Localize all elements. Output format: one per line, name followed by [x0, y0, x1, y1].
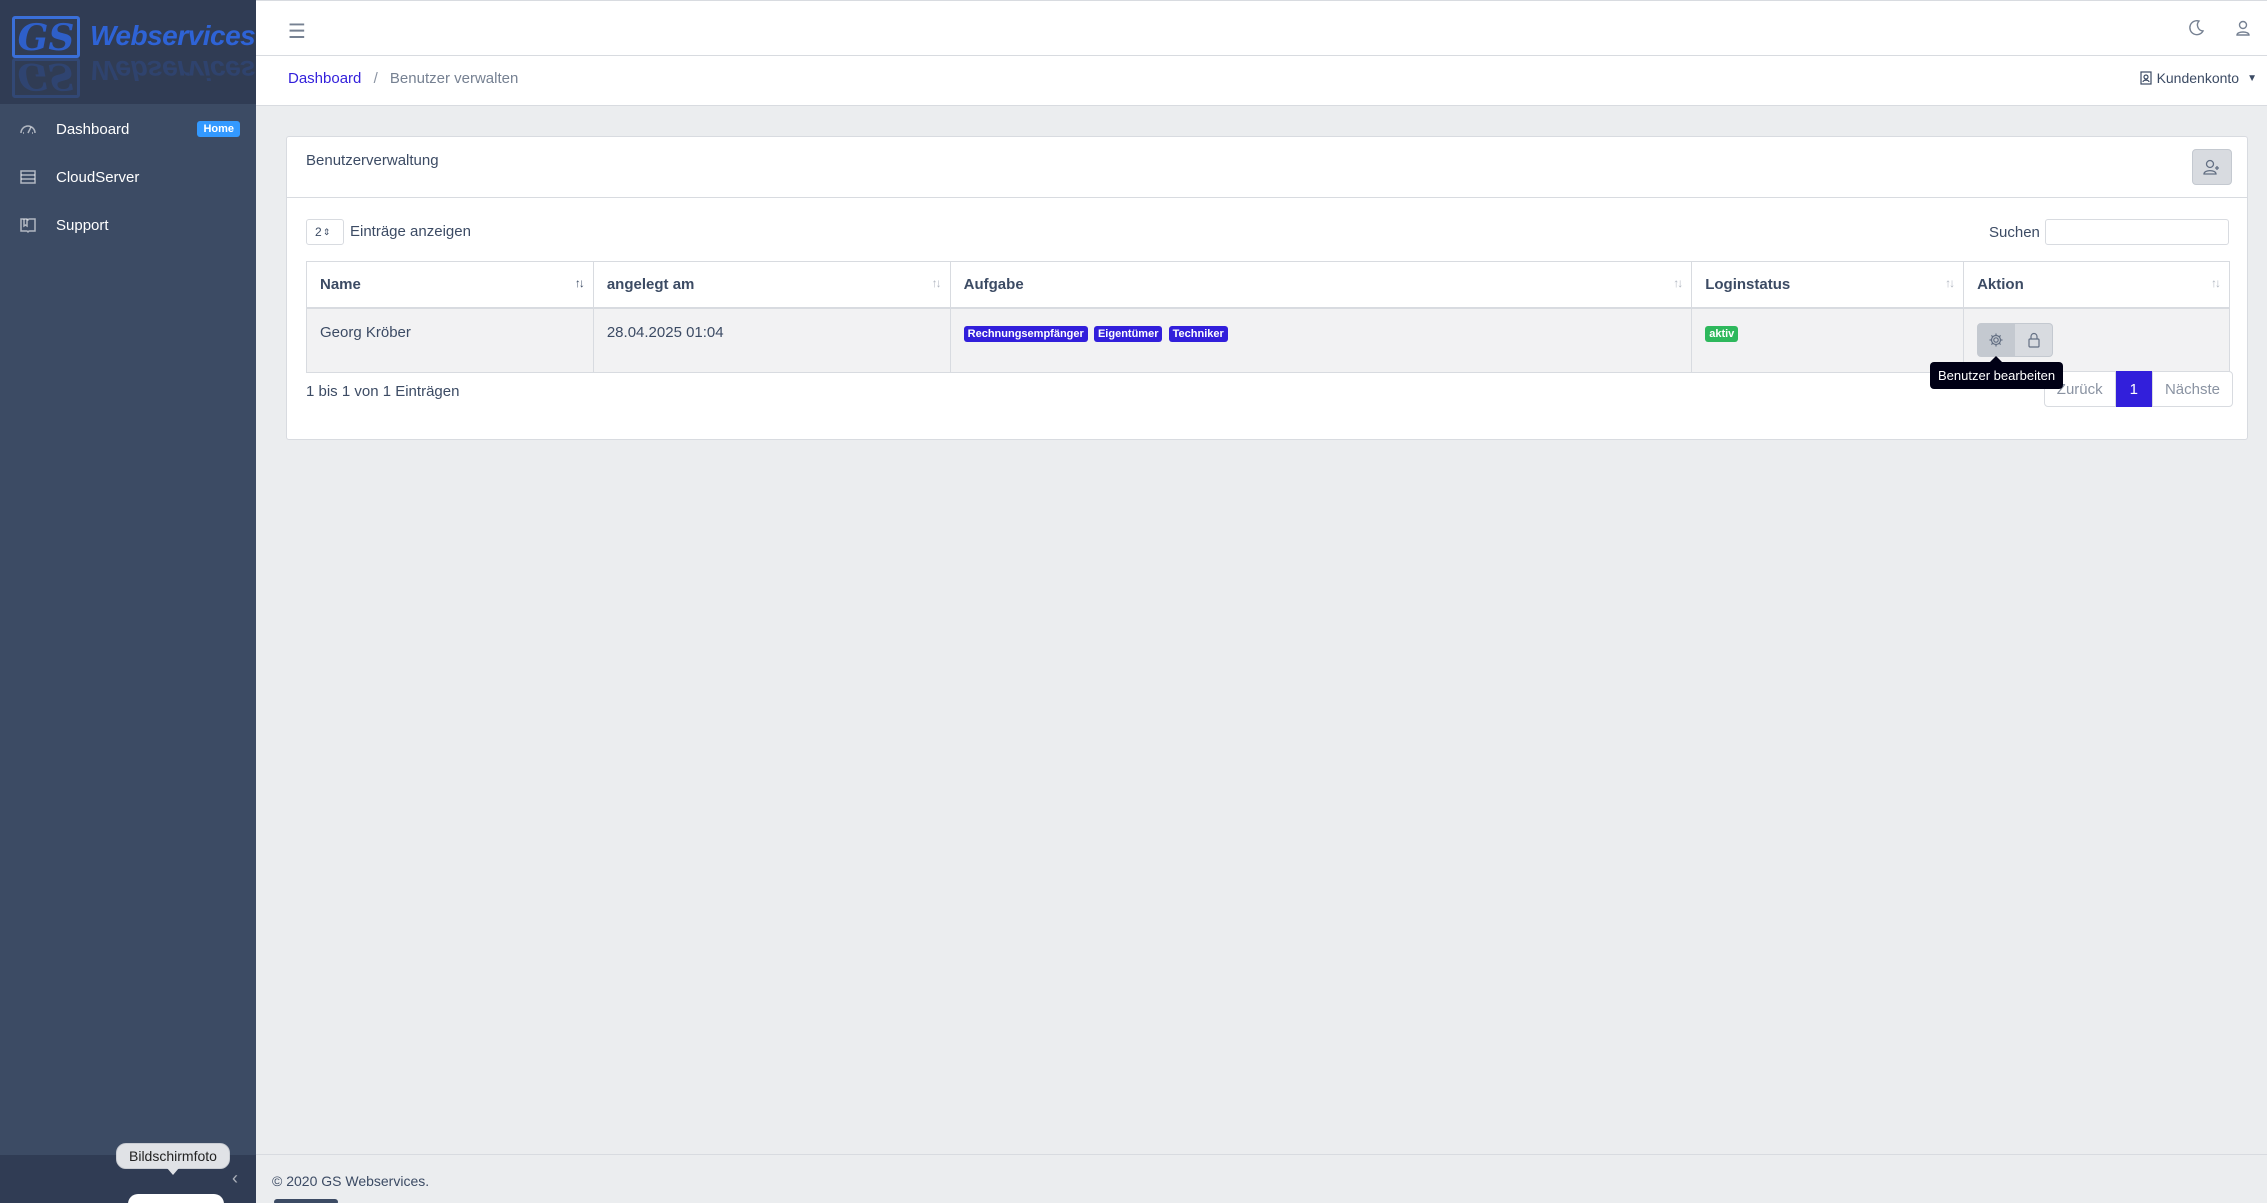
account-label: Kundenkonto — [2156, 70, 2240, 86]
sidebar-item-label: Support — [56, 216, 109, 234]
footer-copyright: © 2020 GS Webservices. — [272, 1173, 430, 1189]
table-info: 1 bis 1 von 1 Einträgen — [306, 383, 460, 400]
server-icon — [18, 167, 38, 187]
screenshot-button[interactable] — [128, 1194, 224, 1203]
card-title: Benutzerverwaltung — [306, 152, 439, 169]
users-table: Name ↑↓ angelegt am ↑↓ Aufgabe ↑↓ Logins… — [306, 261, 2230, 373]
column-header-name[interactable]: Name ↑↓ — [306, 261, 594, 309]
breadcrumb: Dashboard / Benutzer verwalten — [288, 70, 518, 87]
caret-down-icon: ▼ — [2247, 72, 2257, 84]
breadcrumb-separator: / — [373, 70, 378, 87]
sort-icon: ↑↓ — [2211, 276, 2221, 290]
column-header-created[interactable]: angelegt am ↑↓ — [592, 261, 951, 309]
role-badge: Rechnungsempfänger — [963, 325, 1088, 342]
user-management-card: Benutzerverwaltung 2 ⇕ Einträge anzeigen… — [286, 136, 2248, 440]
search-input[interactable] — [2045, 219, 2229, 245]
action-button-group — [1977, 322, 2054, 357]
column-header-action[interactable]: Aktion ↑↓ — [1963, 261, 2230, 309]
user-icon[interactable] — [2235, 19, 2251, 41]
sort-select-icon: ⇕ — [322, 226, 331, 237]
lock-user-button[interactable] — [2015, 322, 2054, 357]
brand-name-reflection: Webservices — [90, 55, 256, 86]
brand-logo: GS — [12, 16, 80, 58]
footer: © 2020 GS Webservices. — [256, 1154, 2267, 1203]
search-label: Suchen — [1989, 224, 2040, 241]
breadcrumb-current: Benutzer verwalten — [389, 70, 519, 87]
moon-icon[interactable] — [2187, 19, 2205, 41]
entries-per-page-label: Einträge anzeigen — [350, 223, 471, 240]
chevron-left-icon[interactable]: ‹ — [232, 1168, 238, 1189]
brand[interactable]: GS GS Webservices Webservices — [0, 0, 256, 104]
book-icon — [18, 215, 38, 235]
role-badge: Techniker — [1168, 325, 1228, 342]
cell-login-status: aktiv — [1691, 307, 1965, 373]
home-badge: Home — [197, 121, 240, 137]
card-header: Benutzerverwaltung — [287, 137, 2247, 198]
sort-icon: ↑↓ — [1673, 276, 1683, 290]
pagination: Zurück 1 Nächste — [2043, 371, 2233, 407]
breadcrumb-dashboard-link[interactable]: Dashboard — [288, 70, 361, 87]
sort-icon: ↑↓ — [1945, 276, 1955, 290]
sidebar-item-label: Dashboard — [56, 120, 130, 138]
status-badge: aktiv — [1705, 325, 1739, 342]
cell-name: Georg Kröber — [306, 307, 594, 373]
header: ☰ Dashboard / Benutzer verwalten Kundenk… — [256, 0, 2267, 106]
screenshot-tooltip: Bildschirmfoto — [116, 1143, 230, 1175]
entries-per-page-value: 2 — [315, 225, 322, 239]
sidebar: GS GS Webservices Webservices Dashboard … — [0, 0, 256, 1203]
role-badge: Eigentümer — [1093, 325, 1163, 342]
table-header-row: Name ↑↓ angelegt am ↑↓ Aufgabe ↑↓ Logins… — [306, 261, 2230, 309]
add-user-button[interactable] — [2192, 149, 2232, 185]
entries-per-page-select[interactable]: 2 ⇕ — [306, 219, 344, 245]
edit-user-tooltip: Benutzer bearbeiten — [1930, 356, 2064, 389]
sort-icon: ↑↓ — [931, 276, 942, 290]
sidebar-item-cloudserver[interactable]: CloudServer — [0, 154, 256, 200]
brand-name: Webservices — [90, 20, 256, 51]
lock-icon — [2027, 332, 2040, 348]
sidebar-item-support[interactable]: Support — [0, 202, 256, 248]
sidebar-item-label: CloudServer — [56, 168, 140, 186]
brand-logo-reflection: GS — [12, 55, 80, 98]
address-book-icon — [2139, 71, 2152, 85]
speedometer-icon — [18, 119, 38, 139]
gear-icon — [1989, 333, 2003, 346]
column-header-role[interactable]: Aufgabe ↑↓ — [949, 261, 1693, 309]
sort-asc-icon: ↑↓ — [574, 276, 585, 290]
column-header-login-status[interactable]: Loginstatus ↑↓ — [1691, 261, 1965, 309]
account-dropdown[interactable]: Kundenkonto ▼ — [2139, 70, 2257, 86]
user-plus-icon — [2203, 159, 2219, 175]
cell-created: 28.04.2025 01:04 — [592, 307, 951, 373]
cell-roles: Rechnungsempfänger Eigentümer Techniker — [949, 307, 1693, 373]
sidebar-item-dashboard[interactable]: Dashboard Home — [0, 106, 256, 152]
menu-toggle-icon[interactable]: ☰ — [288, 19, 306, 44]
edit-user-button[interactable] — [1977, 322, 2016, 357]
footer-handle — [274, 1199, 338, 1203]
pagination-page-1[interactable]: 1 — [2115, 371, 2152, 407]
header-toolbar: ☰ — [256, 0, 2267, 56]
pagination-next[interactable]: Nächste — [2151, 371, 2233, 407]
